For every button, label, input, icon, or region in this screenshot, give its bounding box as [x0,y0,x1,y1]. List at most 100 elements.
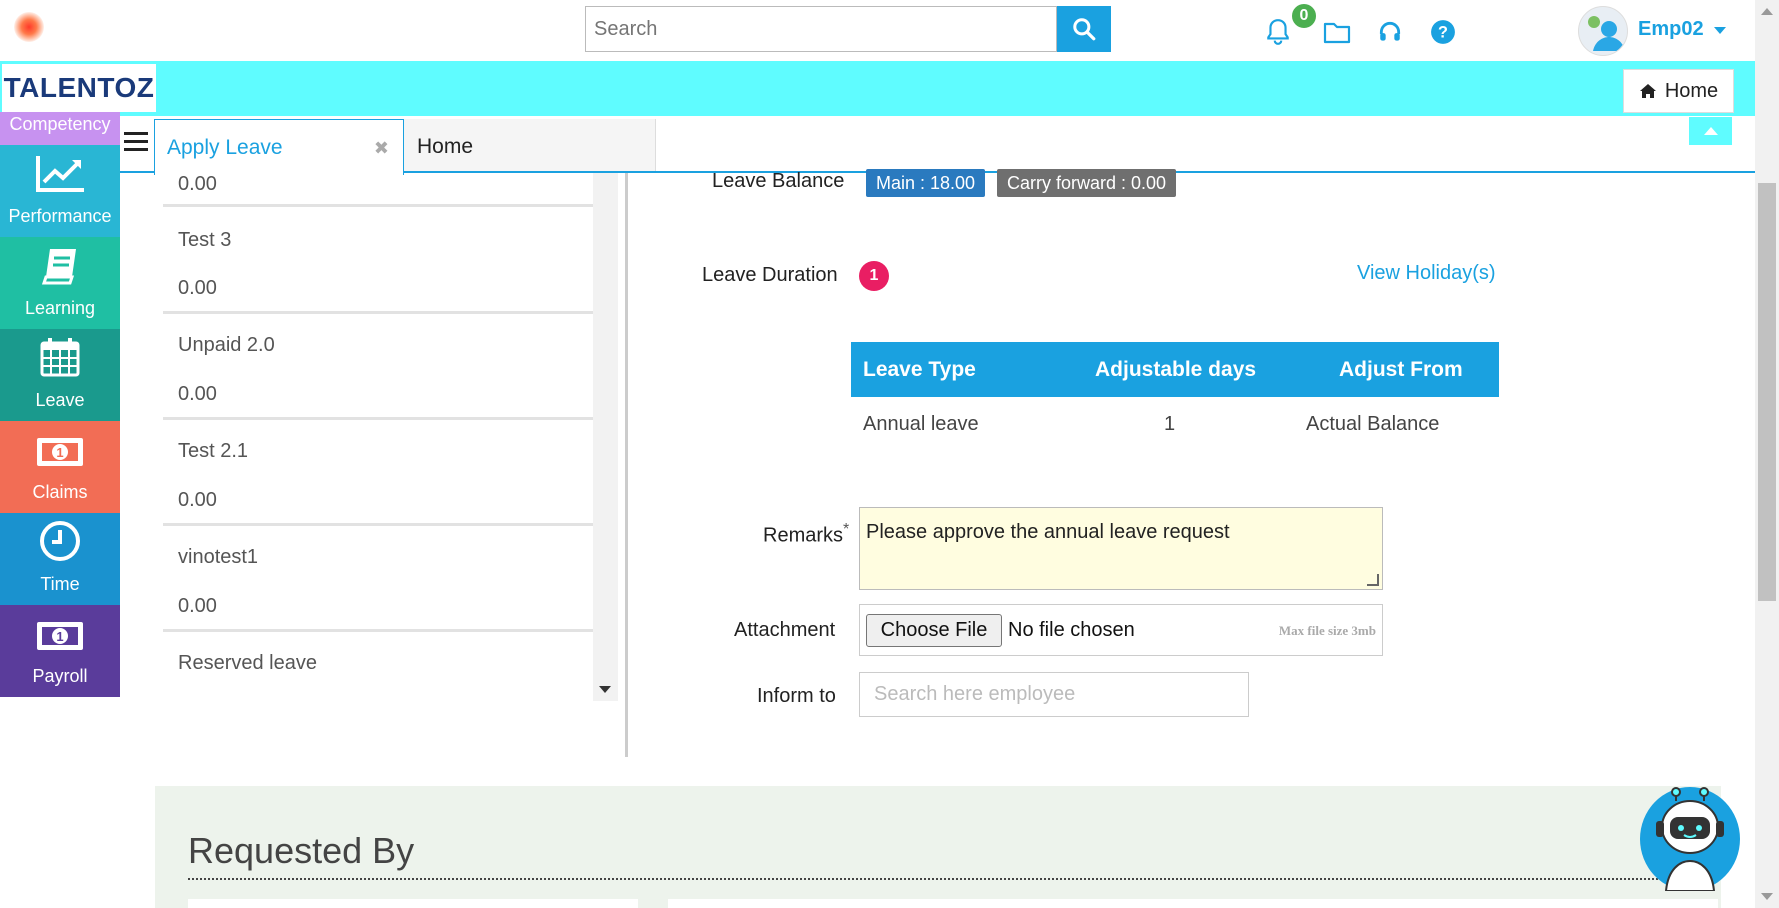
leave-duration-label: Leave Duration [702,264,838,286]
folder-icon [1323,22,1351,44]
question-circle-icon: ? [1431,20,1455,44]
scrollbar-thumb[interactable] [1758,183,1776,601]
remarks-textarea[interactable]: Please approve the annual leave request [859,507,1383,590]
notification-button[interactable] [1264,18,1292,46]
performance-chart-icon [36,156,84,192]
inform-to-input[interactable] [860,673,1248,716]
no-file-chosen-text: No file chosen [1008,619,1135,641]
user-menu-caret-icon[interactable] [1714,27,1726,34]
home-button-label: Home [1664,79,1719,102]
tab-home[interactable]: Home [404,119,656,171]
sidebar-item-performance[interactable]: Performance [0,145,120,237]
column-header-adjustable-days: Adjustable days [1095,358,1257,381]
carry-forward-badge: Carry forward : 0.00 [997,169,1177,197]
headset-icon [1379,21,1401,41]
sidebar-item-learning[interactable]: Learning [0,237,120,329]
dotted-divider [188,878,1718,880]
view-holidays-link[interactable]: View Holiday(s) [1357,262,1496,285]
svg-text:?: ? [1438,23,1448,41]
home-button[interactable]: Home [1623,69,1734,113]
sidebar-item-competency[interactable]: Competency [0,112,120,145]
tab-label: Home [417,135,474,158]
scroll-up-icon[interactable] [1761,8,1773,15]
money-icon: 1 [37,622,83,650]
attachment-field: Choose File No file chosen Max file size… [859,604,1383,656]
sidebar-item-label: Competency [9,114,111,134]
remarks-text: Please approve the annual leave request [866,521,1230,543]
list-scrollbar[interactable] [593,173,618,701]
app-logo-dot [14,12,44,42]
home-icon [1639,84,1656,98]
choose-file-button[interactable]: Choose File [866,614,1002,647]
leave-type-name: Test 3 [178,229,232,251]
sidebar-item-time[interactable]: Time [0,513,120,605]
sidebar-item-label: Learning [24,298,96,318]
leave-type-name: vinotest1 [178,546,259,568]
sidebar-item-payroll[interactable]: 1 Payroll [0,605,120,697]
chatbot-button[interactable] [1640,787,1740,892]
talentoz-logo: TALENTOZ [2,64,156,112]
sidebar-item-label: Leave [35,390,85,410]
sidebar-item-leave[interactable]: Leave [0,329,120,421]
user-name[interactable]: Emp02 [1638,18,1704,41]
help-button[interactable]: ? [1429,18,1457,46]
inform-to-label: Inform to [757,685,836,707]
files-button[interactable] [1323,18,1351,46]
sidebar-item-label: Payroll [32,666,88,686]
search-input[interactable] [586,7,1056,51]
required-asterisk: * [843,521,850,538]
list-item: Unpaid 2.0 0.00 [163,314,593,420]
table-header: Leave Type Adjustable days Adjust From [851,342,1499,397]
leave-type-name: Test 2.1 [178,440,249,462]
leave-balance-label: Leave Balance [712,170,845,192]
leave-balance-value: 0.00 [178,277,217,299]
list-item: Reserved leave [163,632,593,701]
sidebar-item-claims[interactable]: 1 Claims [0,421,120,513]
tab-apply-leave[interactable]: Apply Leave ✖ [154,119,404,175]
svg-text:1: 1 [56,629,63,644]
resize-handle-icon[interactable] [1367,574,1379,586]
cell-adjustable-days: 1 [1164,413,1176,435]
scroll-down-icon[interactable] [1761,893,1773,900]
search-button[interactable] [1057,6,1111,52]
requested-by-title: Requested By [188,830,415,871]
leave-balance-value: 0.00 [178,595,217,617]
leave-type-list: 0.00 Test 3 0.00 Unpaid 2.0 0.00 Test 2.… [163,173,618,701]
close-tab-icon[interactable]: ✖ [374,138,389,159]
requested-by-card [188,899,638,908]
leave-duration-count-badge: 1 [859,261,889,291]
search-icon [1073,18,1096,41]
leave-balance-value: 0.00 [178,383,217,405]
book-icon [41,249,76,285]
list-item: 0.00 [163,173,593,207]
bell-icon [1267,19,1289,45]
leave-balance-value: 0.00 [178,173,217,195]
search-box [585,6,1057,52]
max-file-size-hint: Max file size 3mb [1278,623,1376,638]
leave-adjust-table: Leave Type Adjustable days Adjust From A… [851,342,1499,452]
cell-adjust-from: Actual Balance [1306,413,1440,435]
support-button[interactable] [1376,18,1404,46]
user-avatar[interactable] [1578,6,1628,56]
page-scrollbar[interactable] [1755,0,1779,908]
scroll-down-icon[interactable] [599,686,611,693]
sidebar-item-label: Claims [32,482,88,502]
collapse-header-button[interactable] [1689,117,1732,145]
sidebar-item-label: Performance [8,206,112,226]
sidebar: Performance Learning Leave 1 Claims Time… [0,145,120,697]
notification-count-badge: 0 [1290,2,1318,30]
requested-by-card [668,899,1718,908]
main-balance-badge: Main : 18.00 [866,169,986,197]
brand-band [0,61,1755,116]
tab-label: Apply Leave [167,136,283,159]
sidebar-item-label: Time [40,574,80,594]
svg-text:1: 1 [56,445,63,460]
column-header-adjust-from: Adjust From [1339,358,1463,381]
requested-by-panel: Requested By [155,786,1721,908]
remarks-label-text: Remarks [763,524,844,547]
list-item: Test 2.1 0.00 [163,420,593,526]
robot-icon [1656,787,1724,892]
chevron-up-icon [1703,127,1718,135]
money-icon: 1 [37,438,83,466]
menu-toggle-icon[interactable] [124,132,148,154]
